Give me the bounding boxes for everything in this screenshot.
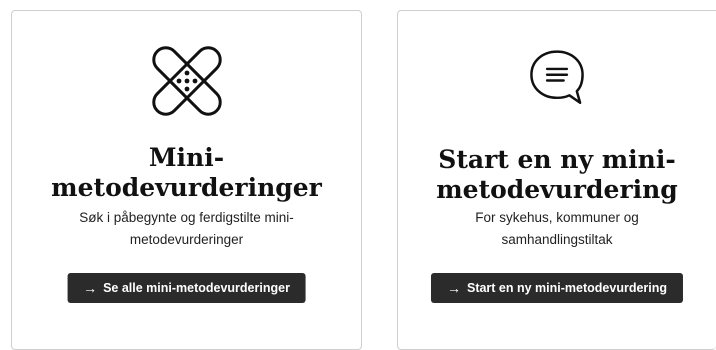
- button-label: Start en ny mini-metodevurdering: [466, 281, 668, 295]
- card-start-new: Start en ny mini- metodevurdering For sy…: [397, 10, 716, 350]
- card-mini-metodevurderinger: Mini- metodevurderinger Søk i påbegynte …: [11, 10, 362, 350]
- speech-bubble-icon: [530, 50, 584, 104]
- card-title: Start en ny mini- metodevurdering: [436, 145, 678, 204]
- start-new-button[interactable]: → Start en ny mini-metodevurdering: [430, 273, 684, 303]
- card-description: Søk i påbegynte og ferdigstilte mini-met…: [79, 210, 294, 247]
- card-description: For sykehus, kommuner og samhandlingstil…: [475, 210, 639, 247]
- button-label: Se alle mini-metodevurderinger: [103, 281, 290, 295]
- bandage-icon: [151, 46, 222, 116]
- card-title: Mini- metodevurderinger: [51, 143, 322, 202]
- arrow-right-icon: →: [446, 280, 461, 296]
- see-all-button[interactable]: → Se alle mini-metodevurderinger: [67, 273, 306, 303]
- arrow-right-icon: →: [83, 280, 98, 296]
